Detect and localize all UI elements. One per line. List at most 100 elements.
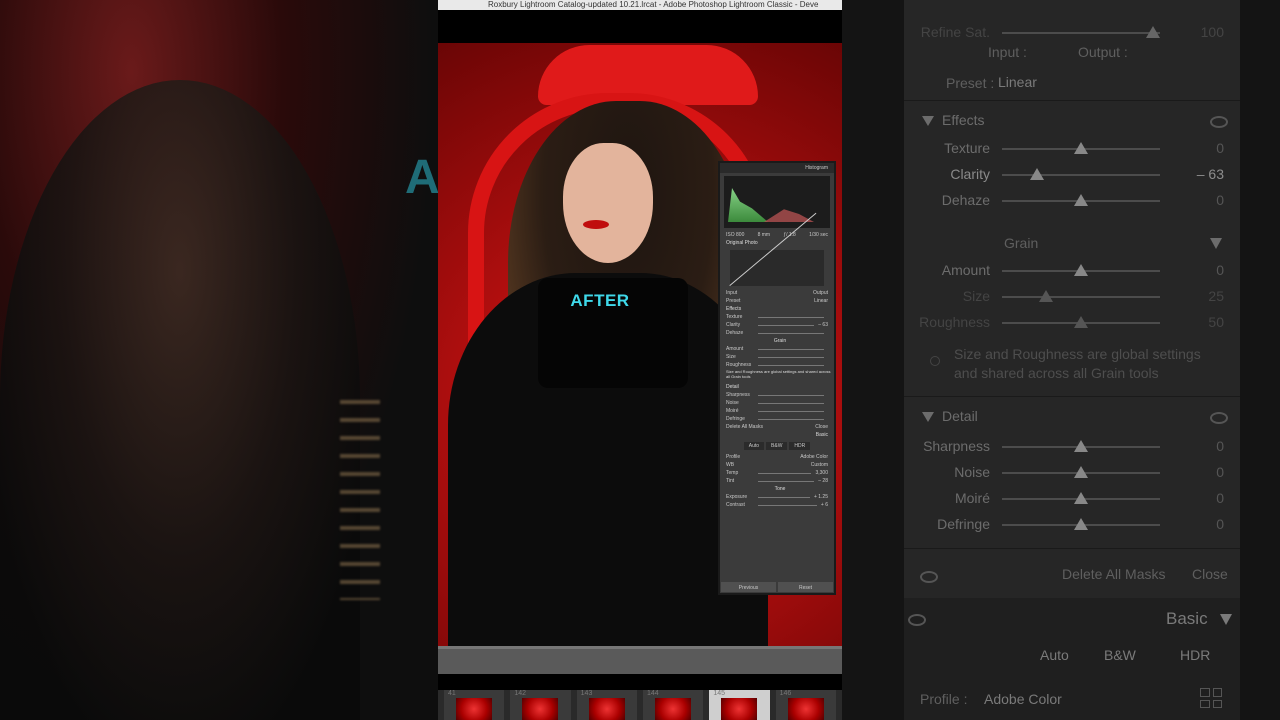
slider-value[interactable]: 0 bbox=[1216, 140, 1224, 156]
disclosure-triangle-icon[interactable] bbox=[922, 412, 934, 423]
filmstrip-thumb[interactable]: 41 bbox=[444, 690, 505, 720]
bw-button[interactable]: B&W bbox=[766, 442, 788, 450]
slider-knob[interactable] bbox=[1074, 440, 1088, 452]
texture-slider[interactable]: Texture bbox=[720, 313, 834, 321]
delete-all-masks-button[interactable]: Delete All Masks bbox=[726, 424, 763, 430]
detail-section-header[interactable]: Detail bbox=[720, 383, 834, 391]
auto-button[interactable]: Auto bbox=[1040, 647, 1069, 663]
profile-row[interactable]: Profile Adobe Color bbox=[720, 453, 834, 461]
profile-value[interactable]: Adobe Color bbox=[800, 454, 828, 460]
auto-button[interactable]: Auto bbox=[743, 442, 765, 450]
slider-knob[interactable] bbox=[1029, 168, 1044, 180]
eye-icon[interactable] bbox=[908, 614, 926, 626]
slider-value[interactable]: – 63 bbox=[1197, 166, 1224, 182]
dehaze-slider[interactable]: Dehaze 0 bbox=[904, 190, 1240, 212]
slider-knob[interactable] bbox=[1074, 194, 1088, 206]
amount-slider[interactable]: Amount 0 bbox=[904, 260, 1240, 282]
temp-slider[interactable]: Temp 3,300 bbox=[720, 469, 834, 477]
basic-section-title[interactable]: Basic bbox=[1166, 609, 1208, 629]
preset-value[interactable]: Linear bbox=[998, 74, 1037, 90]
profile-browser-icon[interactable] bbox=[1200, 688, 1222, 708]
noise-slider[interactable]: Noise 0 bbox=[904, 462, 1240, 484]
histogram-header[interactable]: Histogram bbox=[720, 163, 834, 173]
wb-value[interactable]: Custom bbox=[811, 462, 828, 468]
moire-slider[interactable]: Moiré bbox=[720, 407, 834, 415]
exposure-slider[interactable]: Exposure + 1.25 bbox=[720, 493, 834, 501]
size-slider[interactable]: Size bbox=[720, 353, 834, 361]
reset-button[interactable]: Reset bbox=[778, 582, 833, 592]
sharpness-slider[interactable]: Sharpness bbox=[720, 391, 834, 399]
slider-knob[interactable] bbox=[1146, 26, 1160, 38]
tint-slider[interactable]: Tint – 28 bbox=[720, 477, 834, 485]
slider-knob[interactable] bbox=[1039, 290, 1054, 302]
slider-track[interactable] bbox=[1002, 174, 1160, 176]
refine-sat-value[interactable]: 100 bbox=[1201, 24, 1224, 40]
close-button[interactable]: Close bbox=[815, 424, 828, 430]
dehaze-slider[interactable]: Dehaze bbox=[720, 329, 834, 337]
effects-section-header[interactable]: Effects bbox=[922, 112, 985, 128]
size-slider[interactable]: Size 25 bbox=[904, 286, 1240, 308]
disclosure-triangle-icon[interactable] bbox=[922, 116, 934, 127]
slider-value[interactable]: 0 bbox=[1216, 464, 1224, 480]
roughness-slider[interactable]: Roughness bbox=[720, 361, 834, 369]
slider-knob[interactable] bbox=[1074, 142, 1088, 154]
slider-value[interactable]: 0 bbox=[1216, 516, 1224, 532]
chevron-down-icon[interactable] bbox=[1210, 238, 1222, 249]
slider-knob[interactable] bbox=[1074, 492, 1088, 504]
roughness-slider[interactable]: Roughness 50 bbox=[904, 312, 1240, 334]
eye-icon[interactable] bbox=[1210, 412, 1228, 424]
noise-slider[interactable]: Noise bbox=[720, 399, 834, 407]
slider-knob[interactable] bbox=[1074, 518, 1088, 530]
slider-knob[interactable] bbox=[1074, 316, 1088, 328]
clarity-slider[interactable]: Clarity – 63 bbox=[904, 164, 1240, 186]
photo-canvas[interactable]: AFTER Histogram ISO 800 8 mm ƒ/ 1.8 1/30… bbox=[438, 43, 842, 646]
slider-knob[interactable] bbox=[1074, 264, 1088, 276]
slider-knob[interactable] bbox=[1074, 466, 1088, 478]
refine-sat-slider[interactable]: Refine Sat. 100 bbox=[904, 22, 1240, 44]
defringe-slider[interactable]: Defringe bbox=[720, 415, 834, 423]
slider-value[interactable]: 25 bbox=[1208, 288, 1224, 304]
grain-header[interactable]: Grain bbox=[720, 337, 834, 345]
filmstrip-thumb[interactable]: 143 bbox=[576, 690, 637, 720]
texture-slider[interactable]: Texture 0 bbox=[904, 138, 1240, 160]
profile-value[interactable]: Adobe Color bbox=[984, 691, 1062, 707]
amount-slider[interactable]: Amount bbox=[720, 345, 834, 353]
slider-value[interactable]: 0 bbox=[1216, 262, 1224, 278]
contrast-slider[interactable]: Contrast + 6 bbox=[720, 501, 834, 509]
temp-value[interactable]: 3,300 bbox=[815, 470, 828, 476]
basic-section-header[interactable]: Basic bbox=[720, 431, 834, 439]
filmstrip-thumb[interactable]: 146 bbox=[775, 690, 836, 720]
filmstrip-thumb-selected[interactable]: 145 bbox=[709, 690, 770, 720]
defringe-slider[interactable]: Defringe 0 bbox=[904, 514, 1240, 536]
contrast-value[interactable]: + 6 bbox=[821, 502, 828, 508]
sharpness-slider[interactable]: Sharpness 0 bbox=[904, 436, 1240, 458]
close-button[interactable]: Close bbox=[1192, 566, 1228, 582]
slider-value[interactable]: 50 bbox=[1208, 314, 1224, 330]
wb-row[interactable]: WB Custom bbox=[720, 461, 834, 469]
grain-header[interactable]: Grain bbox=[1004, 235, 1038, 251]
hdr-button[interactable]: HDR bbox=[1180, 647, 1210, 663]
previous-button[interactable]: Previous bbox=[721, 582, 776, 592]
delete-all-masks-button[interactable]: Delete All Masks bbox=[1062, 566, 1165, 582]
clarity-slider[interactable]: Clarity – 63 bbox=[720, 321, 834, 329]
clarity-value[interactable]: – 63 bbox=[818, 322, 828, 328]
slider-value[interactable]: 0 bbox=[1216, 192, 1224, 208]
slider-track[interactable] bbox=[1002, 296, 1160, 298]
eye-icon[interactable] bbox=[920, 571, 938, 583]
bw-button[interactable]: B&W bbox=[1104, 647, 1136, 663]
hdr-button[interactable]: HDR bbox=[789, 442, 811, 450]
preset-row[interactable]: Preset Linear bbox=[720, 297, 834, 305]
effects-section-header[interactable]: Effects bbox=[720, 305, 834, 313]
eye-icon[interactable] bbox=[1210, 116, 1228, 128]
tone-curve[interactable] bbox=[730, 250, 824, 286]
slider-value[interactable]: 0 bbox=[1216, 438, 1224, 454]
chevron-down-icon[interactable] bbox=[1220, 614, 1232, 625]
filmstrip-thumb[interactable]: 142 bbox=[510, 690, 571, 720]
exposure-value[interactable]: + 1.25 bbox=[814, 494, 828, 500]
moir--slider[interactable]: Moiré 0 bbox=[904, 488, 1240, 510]
filmstrip-thumb[interactable]: 144 bbox=[642, 690, 704, 720]
detail-section-header[interactable]: Detail bbox=[922, 408, 978, 424]
tint-value[interactable]: – 28 bbox=[818, 478, 828, 484]
slider-value[interactable]: 0 bbox=[1216, 490, 1224, 506]
preset-value[interactable]: Linear bbox=[814, 298, 828, 304]
